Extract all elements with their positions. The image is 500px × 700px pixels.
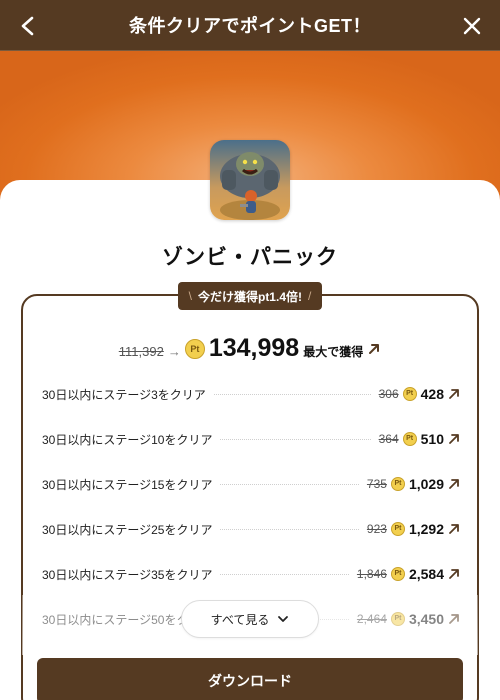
task-row[interactable]: 30日以内にステージ3をクリア 306 Pt 428 [42, 384, 460, 404]
task-label: 30日以内にステージ15をクリア [42, 477, 213, 492]
close-icon [463, 17, 481, 35]
pt-coin-icon: Pt [402, 387, 417, 401]
external-arrow-icon[interactable] [448, 433, 460, 445]
close-button[interactable] [458, 12, 486, 40]
back-button[interactable] [14, 12, 42, 40]
task-new-points: 1,029 [408, 476, 444, 492]
task-row[interactable]: 30日以内にステージ15をクリア 735 Pt 1,029 [42, 474, 460, 494]
pt-coin-icon: Pt [390, 612, 405, 626]
task-old-points: 2,464 [356, 612, 387, 626]
total-old-value: 111,392 [118, 344, 164, 359]
dotted-leader [220, 438, 371, 440]
total-new-value: 134,998 [208, 334, 300, 362]
task-label: 30日以内にステージ3をクリア [42, 387, 206, 402]
task-old-points: 364 [378, 432, 399, 446]
task-old-points: 735 [366, 477, 387, 491]
task-new-points: 428 [420, 386, 444, 402]
task-label: 30日以内にステージ10をクリア [42, 432, 213, 447]
download-button[interactable]: ダウンロード [37, 658, 463, 700]
task-row[interactable]: 30日以内にステージ10をクリア 364 Pt 510 [42, 429, 460, 449]
chevron-down-icon [278, 616, 289, 622]
pt-coin-icon: Pt [390, 567, 405, 581]
task-row[interactable]: 30日以内にステージ35をクリア 1,846 Pt 2,584 [42, 564, 460, 584]
see-all-button[interactable]: すべて見る [181, 600, 319, 638]
task-row[interactable]: 30日以内にステージ25をクリア 923 Pt 1,292 [42, 519, 460, 539]
dotted-leader [213, 393, 371, 395]
ribbon-left-mark: \ [188, 289, 192, 303]
pt-coin-icon: Pt [402, 432, 417, 446]
task-new-points: 3,450 [408, 611, 444, 627]
total-points: 111,392 → Pt 134,998 最大で獲得 [0, 334, 500, 363]
dotted-leader [220, 528, 359, 530]
external-arrow-icon[interactable] [448, 523, 460, 535]
task-new-points: 1,292 [408, 521, 444, 537]
external-arrow-icon[interactable] [367, 342, 381, 356]
pt-coin-icon: Pt [184, 338, 205, 359]
external-arrow-icon[interactable] [448, 568, 460, 580]
pt-coin-icon: Pt [390, 477, 405, 491]
task-old-points: 306 [378, 387, 399, 401]
app-name: ゾンビ・パニック [162, 246, 338, 269]
page-title: 条件クリアでポイントGET！ [128, 16, 371, 36]
dotted-leader [220, 483, 359, 485]
see-all-label: すべて見る [210, 612, 270, 627]
task-new-points: 2,584 [408, 566, 444, 582]
ribbon-right-mark: / [308, 289, 312, 303]
promo-ribbon: \ 今だけ獲得pt1.4倍! / [178, 282, 322, 310]
external-arrow-icon[interactable] [448, 613, 460, 625]
task-old-points: 1,846 [356, 567, 387, 581]
total-suffix: 最大で獲得 [303, 345, 364, 359]
arrow-right-icon: → [167, 344, 181, 359]
external-arrow-icon[interactable] [448, 388, 460, 400]
task-new-points: 510 [420, 431, 444, 447]
pt-coin-icon: Pt [390, 522, 405, 536]
task-label: 30日以内にステージ35をクリア [42, 567, 213, 582]
external-arrow-icon[interactable] [448, 478, 460, 490]
promo-text: 今だけ獲得pt1.4倍! [197, 289, 302, 304]
chevron-left-icon [21, 16, 34, 36]
app-icon [210, 140, 290, 220]
dotted-leader [220, 573, 349, 575]
header-bar: 条件クリアでポイントGET！ [0, 0, 500, 51]
task-old-points: 923 [366, 522, 387, 536]
download-label: ダウンロード [208, 673, 292, 689]
task-label: 30日以内にステージ25をクリア [42, 522, 213, 537]
